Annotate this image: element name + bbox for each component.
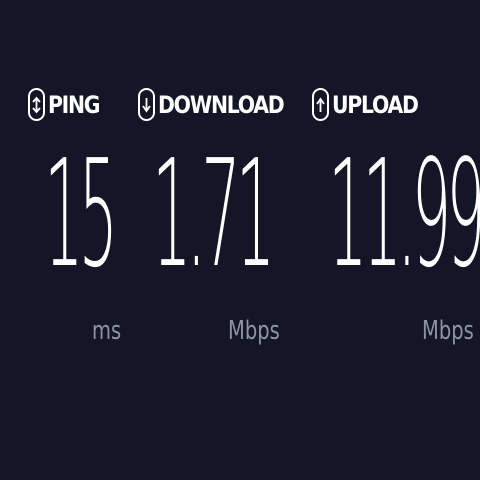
upload-unit: Mbps [422, 316, 474, 346]
upload-icon [312, 88, 329, 121]
download-header: DOWNLOAD [138, 88, 306, 121]
upload-header: UPLOAD [312, 88, 433, 121]
ping-unit: ms [92, 316, 122, 346]
download-unit: Mbps [228, 316, 280, 346]
ping-value: 15 [44, 128, 118, 300]
upload-label: UPLOAD [332, 90, 419, 119]
ping-header: PING [28, 88, 108, 121]
download-label: DOWNLOAD [158, 90, 285, 119]
download-icon [138, 88, 155, 121]
download-value: 1.71 [152, 128, 275, 300]
ping-label: PING [48, 90, 101, 119]
ping-icon [28, 88, 45, 121]
upload-value: 11.99 [328, 128, 480, 300]
speed-results-panel: PING 15 ms DOWNLOAD 1.71 Mbps UPLOAD 11.… [0, 0, 480, 480]
